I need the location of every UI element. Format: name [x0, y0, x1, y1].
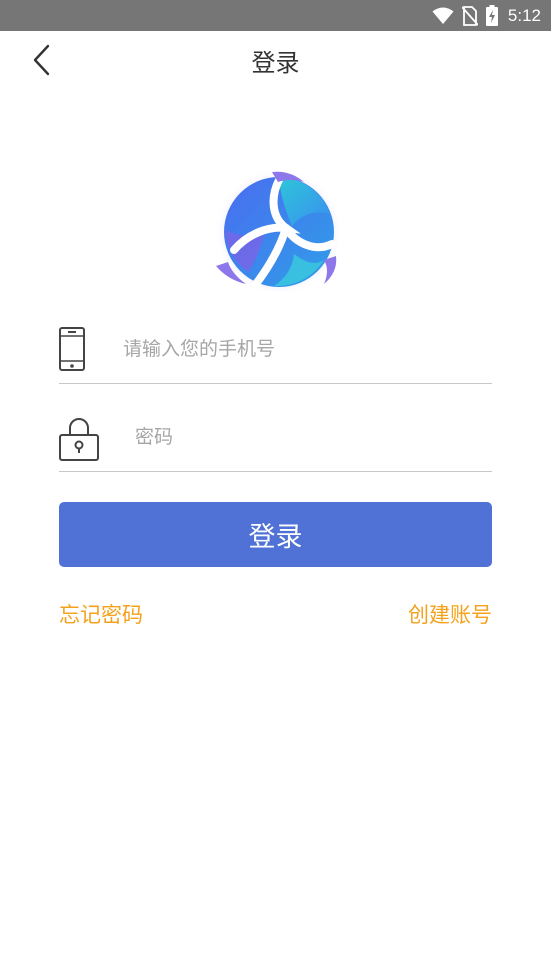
forgot-password-link[interactable]: 忘记密码	[59, 599, 143, 629]
mobile-phone-icon	[59, 327, 85, 371]
battery-charging-icon	[485, 5, 498, 26]
phone-input[interactable]	[121, 334, 485, 364]
page-title: 登录	[251, 49, 300, 77]
app-bar: 登录	[0, 31, 551, 87]
status-icons: 5:12	[432, 0, 541, 31]
padlock-icon	[59, 418, 99, 461]
password-input[interactable]	[133, 422, 487, 452]
phone-field-row	[59, 322, 492, 384]
app-logo	[215, 168, 343, 296]
no-sim-icon	[461, 5, 478, 26]
password-field-row	[59, 410, 492, 472]
create-account-link[interactable]: 创建账号	[408, 599, 492, 629]
login-button[interactable]: 登录	[59, 502, 492, 567]
status-time: 5:12	[507, 5, 541, 25]
wifi-icon	[432, 7, 454, 24]
status-bar: 5:12	[0, 0, 551, 31]
